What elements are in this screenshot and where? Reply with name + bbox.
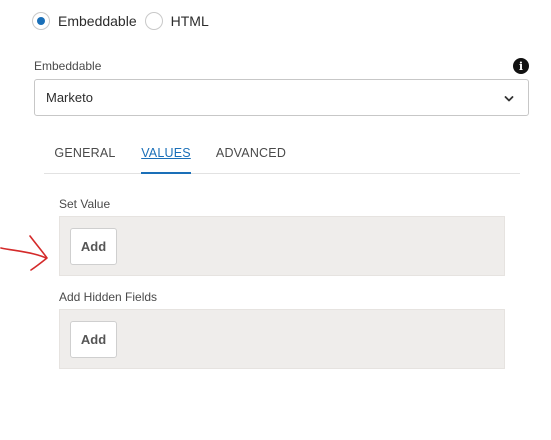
settings-tabs: GENERAL VALUES ADVANCED: [44, 132, 520, 174]
hidden-fields-add-button[interactable]: Add: [70, 321, 117, 358]
embeddable-select[interactable]: Marketo: [34, 79, 529, 116]
embeddable-selected-value: Marketo: [46, 90, 93, 105]
radio-html-label: HTML: [170, 13, 209, 29]
set-value-add-button[interactable]: Add: [70, 228, 117, 265]
radio-embeddable-label: Embeddable: [58, 13, 137, 29]
info-icon[interactable]: i: [513, 58, 529, 74]
radio-unchecked-icon[interactable]: [144, 12, 163, 30]
tab-values[interactable]: VALUES: [141, 132, 191, 174]
hidden-fields-panel: Add: [59, 309, 505, 369]
embeddable-field-label: Embeddable: [34, 59, 102, 73]
tab-general[interactable]: GENERAL: [44, 132, 126, 173]
radio-html[interactable]: HTML: [144, 12, 209, 30]
set-value-label: Set Value: [59, 197, 111, 211]
source-type-radio-group: Embeddable HTML: [32, 10, 217, 32]
hidden-fields-label: Add Hidden Fields: [59, 290, 158, 304]
set-value-panel: Add: [59, 216, 505, 276]
radio-checked-icon[interactable]: [32, 12, 50, 30]
values-settings-panel: Embeddable HTML Embeddable i Marketo GEN…: [0, 0, 551, 440]
chevron-down-icon: [504, 92, 514, 110]
radio-embeddable[interactable]: Embeddable: [32, 12, 137, 30]
red-arrow-icon: [0, 235, 48, 271]
tab-advanced[interactable]: ADVANCED: [214, 132, 288, 173]
